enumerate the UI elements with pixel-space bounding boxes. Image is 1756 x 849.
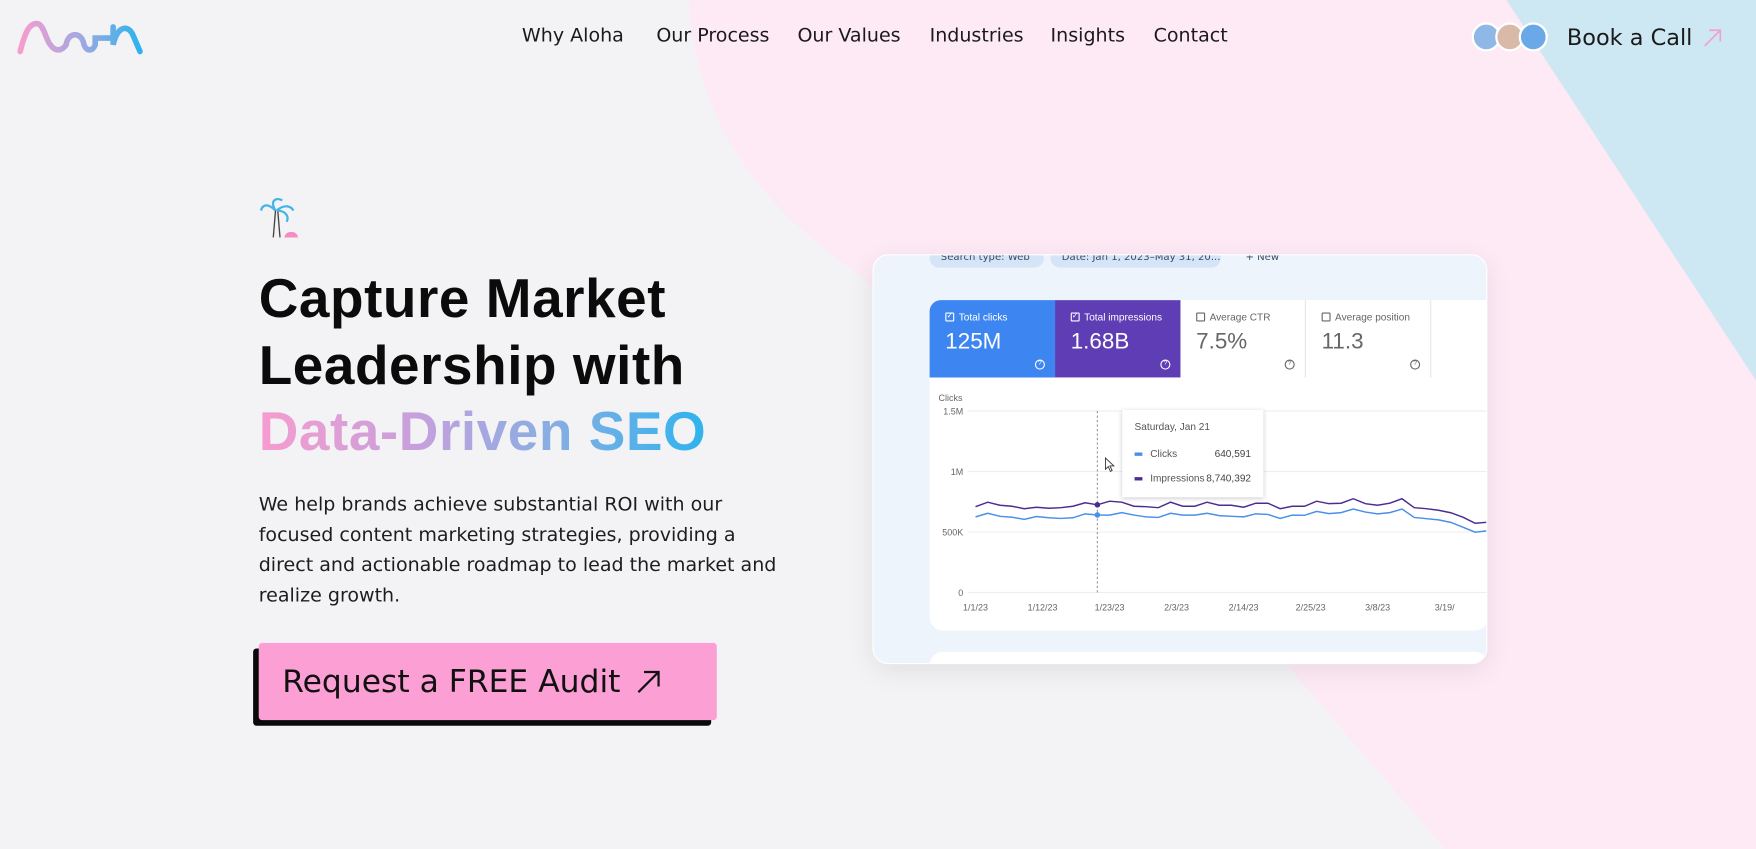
x-tick-label: 1/23/23 bbox=[1095, 602, 1125, 612]
nav-our-values[interactable]: Our Values bbox=[797, 25, 900, 47]
nav-contact[interactable]: Contact bbox=[1154, 25, 1228, 47]
highlight-point bbox=[1094, 512, 1101, 518]
title-line-2: Leadership with bbox=[258, 335, 685, 396]
hero-title: Capture Market Leadership with Data-Driv… bbox=[259, 267, 707, 467]
highlight-point bbox=[1094, 502, 1101, 508]
x-tick-label: 3/8/23 bbox=[1365, 602, 1390, 612]
x-tick-label: 2/14/23 bbox=[1229, 602, 1259, 612]
title-highlight: Data-Driven SEO bbox=[258, 402, 707, 463]
avatar bbox=[1518, 22, 1548, 52]
title-line-1: Capture Market bbox=[258, 268, 667, 330]
nav-insights[interactable]: Insights bbox=[1051, 25, 1125, 47]
x-tick-label: 2/3/23 bbox=[1164, 602, 1189, 612]
x-tick-label: 1/1/23 bbox=[963, 602, 988, 612]
arrow-up-right-icon bbox=[637, 670, 660, 693]
series-line-clicks bbox=[975, 508, 1487, 533]
x-tick-label: 1/12/23 bbox=[1028, 602, 1058, 612]
palm-tree-icon bbox=[259, 197, 298, 238]
book-call-label: Book a Call bbox=[1566, 23, 1693, 51]
x-tick-label: 2/25/23 bbox=[1296, 602, 1326, 612]
nav-why-aloha[interactable]: Why Aloha bbox=[522, 25, 624, 47]
search-console-screenshot: Search type: Web Date: Jan 1, 2023–May 3… bbox=[872, 254, 1488, 665]
tooltip-date: Saturday, Jan 21 bbox=[1134, 421, 1211, 433]
nav-our-process[interactable]: Our Process bbox=[656, 25, 769, 47]
y-tick-label: 0 bbox=[958, 588, 963, 598]
arrow-up-right-icon bbox=[1704, 29, 1722, 47]
chart-tooltip: Saturday, Jan 21 Clicks 640,591 Impressio… bbox=[1122, 409, 1264, 498]
y-tick-label: 1.5M bbox=[943, 406, 963, 416]
request-audit-button[interactable]: Request a FREE Audit bbox=[258, 642, 717, 721]
y-tick-label: 1M bbox=[951, 467, 963, 477]
x-tick-label: 3/19/ bbox=[1435, 602, 1455, 612]
cta-label: Request a FREE Audit bbox=[282, 663, 621, 700]
y-axis-label: Clicks bbox=[939, 393, 963, 403]
aloha-logo[interactable] bbox=[17, 20, 145, 56]
y-tick-label: 500K bbox=[942, 527, 963, 537]
hero-paragraph: We help brands achieve substantial ROI w… bbox=[258, 493, 777, 608]
mouse-cursor-icon bbox=[1104, 457, 1115, 473]
nav-industries[interactable]: Industries bbox=[930, 25, 1024, 47]
series-line-impressions bbox=[975, 497, 1487, 525]
